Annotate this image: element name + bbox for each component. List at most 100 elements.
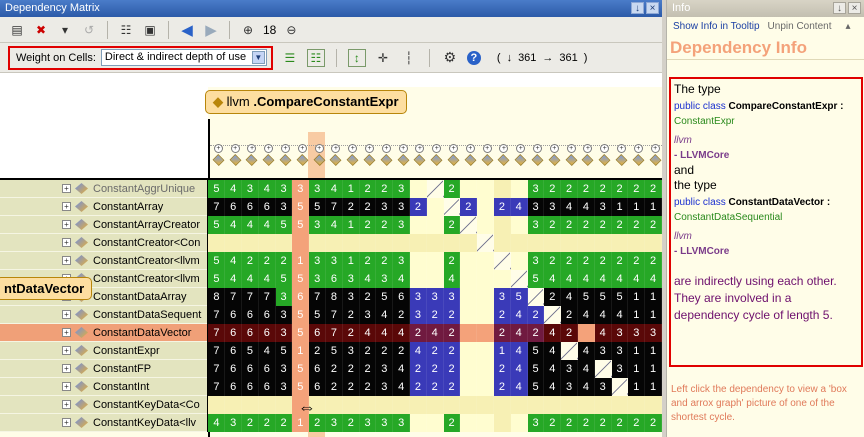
matrix-cell[interactable]: 2	[645, 414, 662, 432]
matrix-cell[interactable]: 4	[594, 306, 612, 324]
matrix-cell[interactable]: 2	[544, 288, 562, 306]
matrix-cell[interactable]: 4	[376, 324, 394, 342]
matrix-cell[interactable]: 1	[342, 216, 360, 234]
matrix-cell[interactable]: 2	[561, 414, 579, 432]
matrix-cell[interactable]: 2	[258, 252, 276, 270]
matrix-row[interactable]: + ConstantDataVector 7 6 6 6 3 5 6 7 2 4 4 4 2 4 2 2 4 2 4 2 4…	[0, 324, 662, 342]
matrix-cell[interactable]: 6	[225, 378, 243, 396]
matrix-cell[interactable]: 3	[309, 180, 327, 198]
matrix-cell[interactable]: 4	[258, 270, 276, 288]
matrix-cell[interactable]: 4	[561, 198, 579, 216]
matrix-cell[interactable]: 2	[611, 414, 629, 432]
matrix-cell[interactable]: 6	[292, 288, 310, 306]
matrix-cell[interactable]: 6	[393, 288, 411, 306]
matrix-cell[interactable]	[376, 234, 394, 252]
column-class-icon[interactable]: +	[647, 142, 662, 177]
matrix-cell[interactable]	[275, 396, 293, 414]
matrix-cell[interactable]: 2	[376, 216, 394, 234]
matrix-cell[interactable]: 2	[443, 306, 461, 324]
expand-icon[interactable]: +	[62, 346, 71, 355]
matrix-cell[interactable]: 6	[225, 324, 243, 342]
matrix-cell[interactable]: 2	[544, 414, 562, 432]
tree-expand-icon[interactable]: ☷	[306, 48, 325, 67]
matrix-cell[interactable]: 1	[628, 378, 646, 396]
matrix-cell[interactable]: 6	[225, 306, 243, 324]
matrix-cell[interactable]: 4	[611, 306, 629, 324]
matrix-cell[interactable]	[477, 324, 495, 342]
matrix-cell[interactable]	[460, 342, 478, 360]
matrix-cell[interactable]: 3	[275, 360, 293, 378]
expand-icon[interactable]: +	[62, 184, 71, 193]
column-class-icon[interactable]: +	[596, 142, 613, 177]
pin-icon[interactable]: ↓	[833, 2, 846, 14]
matrix-row[interactable]: + ConstantAggrUnique 5 4 3 4 3 3 3 4 1 2 2 3 2 3 2 2 2 2 2 2 2	[0, 180, 662, 198]
row-label[interactable]: + ConstantAggrUnique	[0, 180, 207, 198]
matrix-cell[interactable]: 2	[309, 342, 327, 360]
matrix-cell[interactable]: 2	[393, 342, 411, 360]
matrix-cell[interactable]: 6	[242, 198, 259, 216]
matrix-cell[interactable]: 5	[326, 342, 343, 360]
matrix-cell[interactable]: 3	[275, 324, 293, 342]
matrix-cell[interactable]: 2	[443, 180, 461, 198]
matrix-cell[interactable]: 4	[393, 270, 411, 288]
matrix-cell[interactable]: 2	[544, 252, 562, 270]
matrix-cell[interactable]: 2	[359, 198, 377, 216]
matrix-cell[interactable]: 2	[426, 360, 444, 378]
matrix-cell[interactable]: 7	[326, 198, 343, 216]
matrix-cell[interactable]: 6	[258, 378, 276, 396]
row-label[interactable]: + ConstantExpr	[0, 342, 207, 360]
matrix-cell[interactable]: 4	[594, 270, 612, 288]
matrix-cell[interactable]: 6	[258, 198, 276, 216]
matrix-cell[interactable]	[426, 216, 444, 234]
matrix-cell[interactable]: 7	[208, 360, 226, 378]
expand-icon[interactable]: +	[62, 220, 71, 229]
matrix-cell[interactable]: 7	[208, 378, 226, 396]
matrix-cell[interactable]	[410, 234, 427, 252]
column-class-icon[interactable]: +	[294, 142, 311, 177]
matrix-cell[interactable]: 2	[443, 360, 461, 378]
matrix-cell[interactable]: 2	[460, 198, 478, 216]
matrix-cell[interactable]	[494, 180, 511, 198]
matrix-cell[interactable]: 2	[645, 252, 662, 270]
matrix-cell[interactable]: 2	[628, 414, 646, 432]
matrix-row[interactable]: + ConstantCreator<llvm 5 4 2 2 2 1 3 3 1 2 2 3 2 3 2 2 2 2 2…	[0, 252, 662, 270]
scroll-up-icon[interactable]: ▴	[845, 21, 850, 32]
matrix-cell[interactable]: 3	[561, 378, 579, 396]
matrix-cell[interactable]: 4	[594, 324, 612, 342]
matrix-cell[interactable]	[460, 270, 478, 288]
matrix-cell[interactable]	[410, 270, 427, 288]
matrix-cell[interactable]: 2	[342, 414, 360, 432]
matrix-cell[interactable]: 2	[494, 378, 511, 396]
matrix-cell[interactable]	[527, 396, 545, 414]
row-label[interactable]: + ConstantFP	[0, 360, 207, 378]
column-class-icon[interactable]: +	[395, 142, 412, 177]
matrix-cell[interactable]: 4	[578, 360, 595, 378]
matrix-cell[interactable]	[242, 234, 259, 252]
matrix-cell[interactable]: 4	[510, 342, 528, 360]
matrix-cell[interactable]: 2	[494, 306, 511, 324]
row-label[interactable]: + ConstantArrayCreator	[0, 216, 207, 234]
column-class-icon[interactable]: +	[546, 142, 563, 177]
matrix-cell[interactable]: 2	[494, 360, 511, 378]
matrix-cell[interactable]	[645, 234, 662, 252]
matrix-cell[interactable]: 3	[342, 288, 360, 306]
matrix-cell[interactable]	[426, 198, 444, 216]
matrix-cell[interactable]	[645, 396, 662, 414]
matrix-row[interactable]: + ConstantDataSequent 7 6 6 6 3 5 5 7 2 3 4 2 3 2 2 2 4 2 2 4…	[0, 306, 662, 324]
expand-icon[interactable]: +	[617, 144, 627, 153]
matrix-cell[interactable]: 2	[561, 252, 579, 270]
matrix-cell[interactable]	[544, 396, 562, 414]
matrix-cell[interactable]: 3	[611, 360, 629, 378]
matrix-cell[interactable]: 7	[208, 306, 226, 324]
matrix-cell[interactable]: 3	[561, 360, 579, 378]
matrix-cell[interactable]: 5	[208, 270, 226, 288]
matrix-cell[interactable]: 2	[561, 216, 579, 234]
matrix-cell[interactable]	[510, 270, 528, 288]
matrix-cell[interactable]: 2	[342, 324, 360, 342]
matrix-row[interactable]: +ConstantCreator<llvm5444553634344544444…	[0, 270, 662, 288]
matrix-cell[interactable]	[460, 378, 478, 396]
matrix-cell[interactable]: 4	[578, 198, 595, 216]
matrix-cell[interactable]: 1	[292, 252, 310, 270]
export-icon[interactable]: ☷	[117, 21, 135, 39]
matrix-cell[interactable]	[410, 414, 427, 432]
